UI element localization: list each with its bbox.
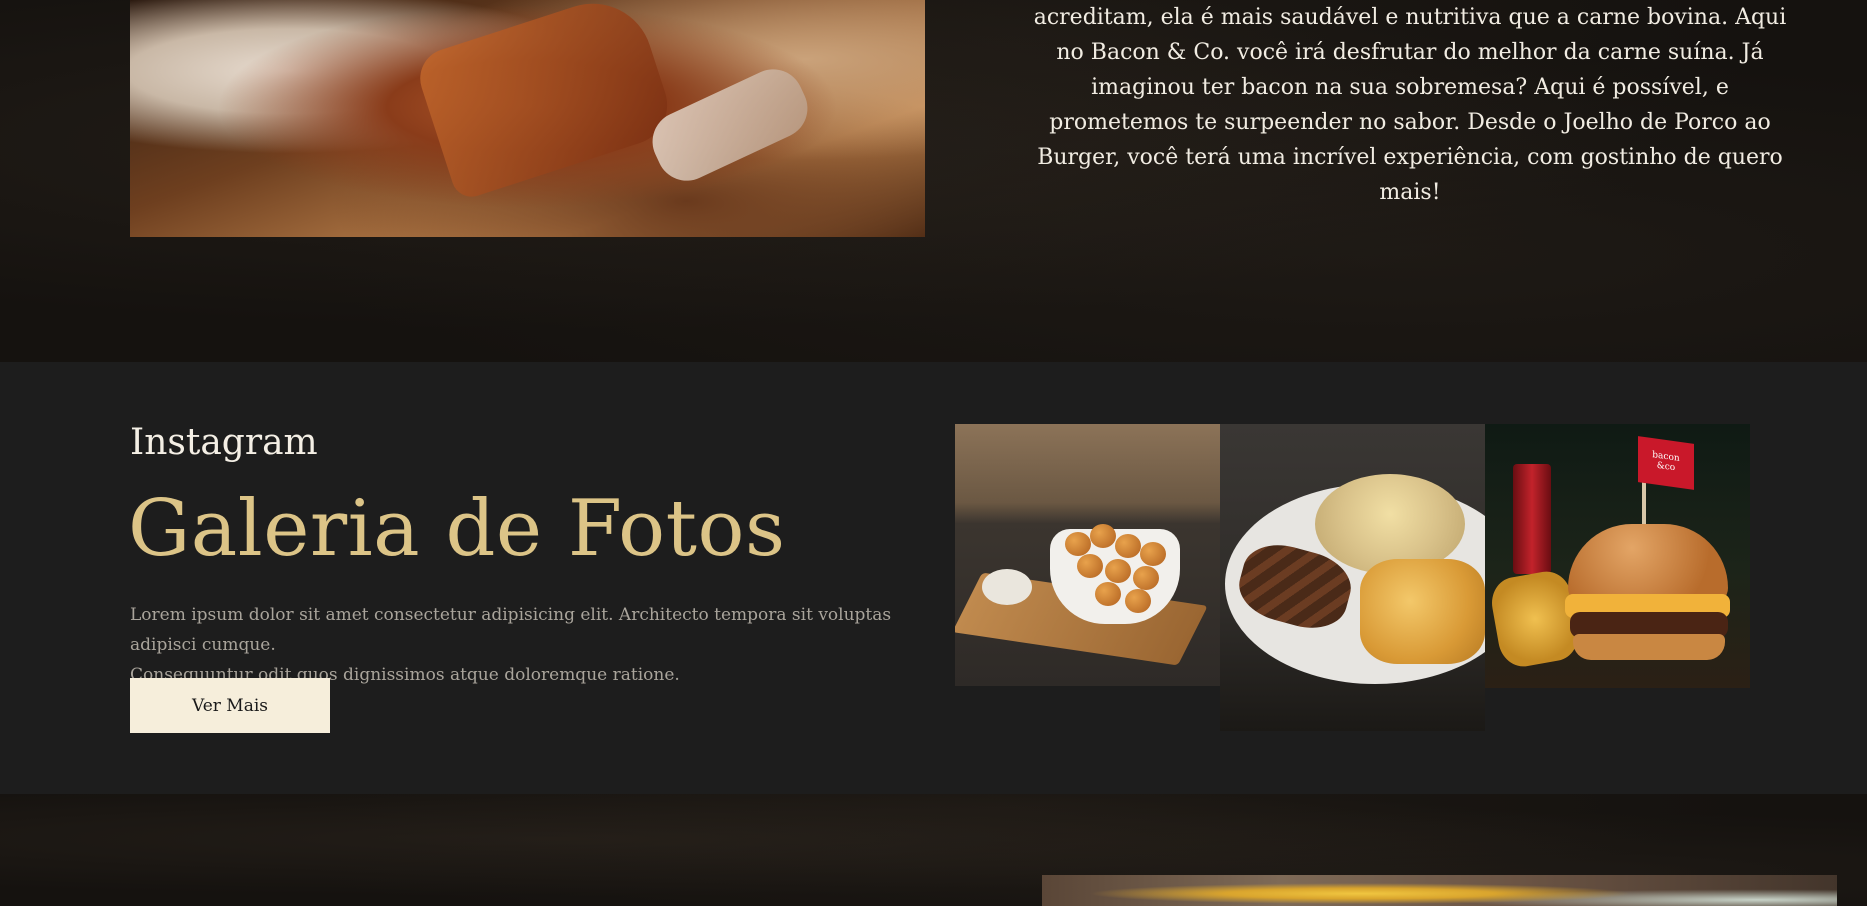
bun-top-shape [1568, 524, 1728, 604]
fries-shape [1360, 559, 1485, 664]
about-line: mais! [1379, 180, 1441, 205]
soda-can-shape [1513, 464, 1551, 574]
croquette-shape [1140, 542, 1166, 566]
section-label: Instagram [130, 422, 318, 463]
croquette-shape [1105, 559, 1131, 583]
ver-mais-button[interactable]: Ver Mais [130, 678, 330, 733]
about-line: acreditam, ela é mais saudável e nutriti… [1033, 5, 1787, 30]
about-line: Burger, você terá uma incrível experiênc… [1037, 145, 1783, 170]
croquette-shape [1095, 582, 1121, 606]
gallery-description: Lorem ipsum dolor sit amet consectetur a… [130, 600, 930, 690]
ribs-photo [130, 0, 925, 237]
croquette-shape [1077, 554, 1103, 578]
gallery-photo-steak[interactable] [1220, 424, 1485, 731]
about-line: no Bacon & Co. você irá desfrutar do mel… [1056, 40, 1764, 65]
about-section: acreditam, ela é mais saudável e nutriti… [0, 0, 1867, 362]
gallery-photo-croquettes[interactable] [955, 424, 1220, 686]
bun-bottom-shape [1573, 634, 1725, 660]
croquette-shape [1065, 532, 1091, 556]
dip-bowl-shape [982, 569, 1032, 605]
about-line: prometemos te surpeender no sabor. Desde… [1049, 110, 1771, 135]
croquette-shape [1115, 534, 1141, 558]
croquette-shape [1125, 589, 1151, 613]
gallery-title: Galeria de Fotos [128, 484, 786, 574]
description-line: Lorem ipsum dolor sit amet consectetur a… [130, 605, 892, 655]
flag-text: &co [1656, 460, 1676, 474]
gallery-photo-burger[interactable]: bacon &co [1485, 424, 1750, 688]
instagram-section: Instagram Galeria de Fotos Lorem ipsum d… [0, 362, 1867, 794]
croquette-shape [1133, 566, 1159, 590]
ribs-meat-shape [412, 0, 678, 202]
next-section-photo [1042, 875, 1837, 906]
about-line: imaginou ter bacon na sua sobremesa? Aqu… [1091, 75, 1729, 100]
ribs-bone-shape [642, 59, 818, 191]
croquette-shape [1090, 524, 1116, 548]
about-text: acreditam, ela é mais saudável e nutriti… [1030, 0, 1790, 210]
brand-flag-logo: bacon &co [1638, 436, 1694, 490]
